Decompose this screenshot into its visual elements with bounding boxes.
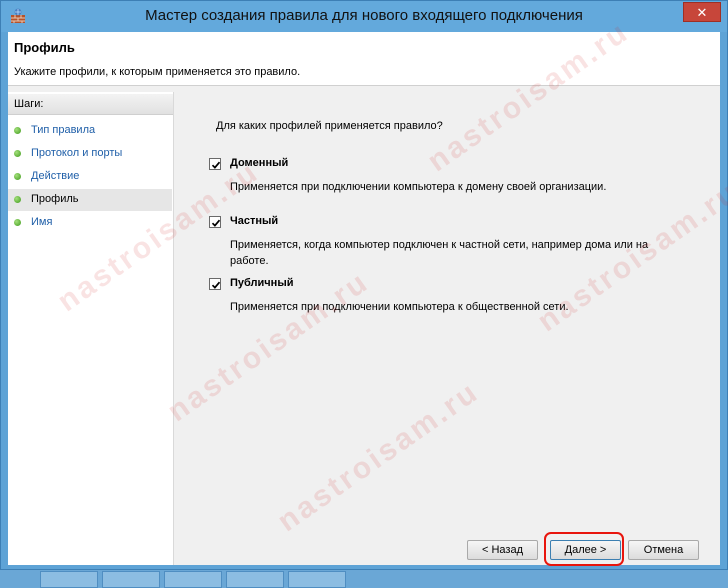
taskbar-chrome-icon[interactable] (40, 571, 98, 588)
steps-heading: Шаги: (8, 94, 173, 115)
public-description: Применяется при подключении компьютера к… (230, 301, 569, 313)
profiles-question: Для каких профилей применяется правило? (216, 120, 443, 132)
private-label[interactable]: Частный (230, 215, 278, 227)
page-title: Профиль (14, 40, 75, 55)
step-protocol-ports[interactable]: Протокол и порты (8, 143, 172, 165)
steps-sidebar: Шаги: Тип правила Протокол и порты Дейст… (8, 92, 174, 565)
step-profile[interactable]: Профиль (8, 189, 172, 211)
step-label[interactable]: Действие (31, 170, 79, 182)
public-checkbox[interactable] (209, 278, 221, 290)
step-label[interactable]: Имя (31, 216, 52, 228)
taskbar (0, 570, 728, 588)
taskbar-firewall-icon[interactable] (288, 571, 346, 588)
taskbar-explorer-icon[interactable] (164, 571, 222, 588)
taskbar-app-icon[interactable] (226, 571, 284, 588)
checkmark-icon (211, 219, 221, 227)
private-checkbox[interactable] (209, 216, 221, 228)
next-button-highlight (544, 532, 624, 566)
close-button[interactable]: ✕ (683, 2, 721, 22)
window-title: Мастер создания правила для нового входя… (145, 7, 583, 24)
step-status-icon (14, 173, 21, 180)
cancel-button[interactable]: Отмена (628, 540, 699, 560)
checkmark-icon (211, 281, 221, 289)
wizard-window: Мастер создания правила для нового входя… (0, 0, 728, 570)
step-name[interactable]: Имя (8, 212, 172, 234)
step-label[interactable]: Протокол и порты (31, 147, 122, 159)
wizard-client-area: Профиль Укажите профили, к которым приме… (8, 32, 720, 566)
step-label[interactable]: Профиль (31, 193, 79, 205)
private-description: Применяется, когда компьютер подключен к… (230, 239, 649, 267)
back-button[interactable]: < Назад (467, 540, 538, 560)
public-label[interactable]: Публичный (230, 277, 293, 289)
step-status-icon (14, 196, 21, 203)
step-status-icon (14, 150, 21, 157)
domain-description: Применяется при подключении компьютера к… (230, 181, 607, 193)
step-action[interactable]: Действие (8, 166, 172, 188)
title-bar[interactable]: Мастер создания правила для нового входя… (1, 1, 727, 32)
step-status-icon (14, 219, 21, 226)
step-status-icon (14, 127, 21, 134)
step-label[interactable]: Тип правила (31, 124, 95, 136)
step-rule-type[interactable]: Тип правила (8, 120, 172, 142)
steps-heading-label: Шаги: (14, 98, 44, 110)
domain-checkbox[interactable] (209, 158, 221, 170)
checkmark-icon (211, 161, 221, 169)
taskbar-yandex-icon[interactable] (102, 571, 160, 588)
page-subtitle: Укажите профили, к которым применяется э… (14, 66, 301, 78)
wizard-header: Профиль Укажите профили, к которым приме… (8, 32, 720, 86)
main-panel: Для каких профилей применяется правило? … (174, 92, 720, 565)
domain-label[interactable]: Доменный (230, 157, 288, 169)
